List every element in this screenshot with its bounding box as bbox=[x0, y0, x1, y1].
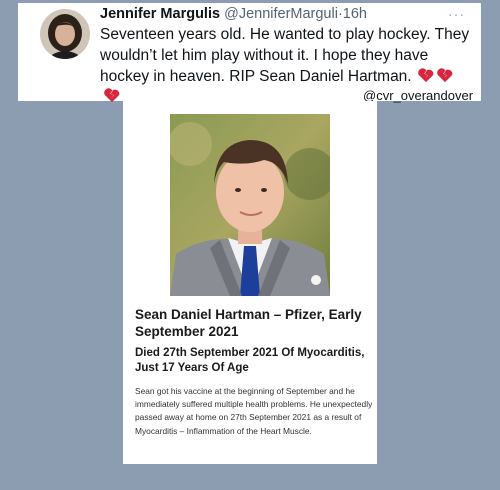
avatar[interactable] bbox=[40, 9, 90, 59]
article-title: Sean Daniel Hartman – Pfizer, Early Sept… bbox=[135, 307, 362, 339]
tweet-text-block: Seventeen years old. He wanted to play h… bbox=[100, 24, 475, 89]
portrait-photo bbox=[170, 114, 330, 296]
broken-heart-icon bbox=[417, 67, 435, 89]
article-card: Sean Daniel Hartman – Pfizer, Early Sept… bbox=[123, 101, 377, 464]
article-subtitle: Died 27th September 2021 Of Myocarditis,… bbox=[135, 347, 365, 374]
profile-photo bbox=[40, 9, 90, 59]
tweet-header: Jennifer Margulis @JenniferMarguli·16h bbox=[100, 6, 367, 22]
broken-heart-icon bbox=[436, 67, 454, 89]
tweet-time[interactable]: 16h bbox=[343, 6, 367, 22]
watermark-handle: @cvr_overandover bbox=[363, 88, 474, 103]
tweet-text: Seventeen years old. He wanted to play h… bbox=[100, 26, 470, 85]
more-options-icon[interactable]: ··· bbox=[448, 6, 465, 22]
author-handle[interactable]: @JenniferMarguli bbox=[224, 6, 338, 22]
broken-heart-icon bbox=[103, 87, 121, 108]
article-body: Sean got his vaccine at the beginning of… bbox=[135, 386, 373, 436]
tweet-card: Jennifer Margulis @JenniferMarguli·16h ·… bbox=[18, 3, 481, 103]
author-name[interactable]: Jennifer Margulis bbox=[100, 6, 220, 22]
